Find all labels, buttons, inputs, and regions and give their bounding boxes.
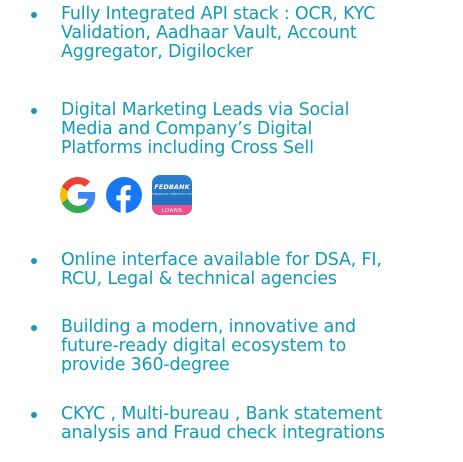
bullet-text: Building a modern, innovative and future… — [61, 317, 356, 375]
bullet-dot — [31, 12, 37, 18]
fedbank-app-icon: FEDBANK FINANCIAL SERVICES LTD LOANS — [152, 175, 192, 215]
brand-icons-row: FEDBANK FINANCIAL SERVICES LTD LOANS — [60, 175, 192, 215]
bullet-text: CKYC , Multi-bureau , Bank statement ana… — [61, 404, 385, 443]
app-icon-tag: LOANS — [161, 208, 183, 214]
bullet-text: Digital Marketing Leads via Social Media… — [61, 100, 350, 158]
bullet-text: Fully Integrated API stack : OCR, KYC Va… — [61, 4, 376, 62]
bullet-dot — [31, 412, 37, 418]
facebook-icon — [106, 177, 142, 213]
bullet-text: Online interface available for DSA, FI, … — [61, 250, 382, 289]
app-icon-name: FEDBANK — [154, 183, 190, 191]
bullet-dot — [31, 325, 37, 331]
bullet-dot — [31, 258, 37, 264]
google-icon — [60, 177, 96, 213]
bullet-dot — [31, 108, 37, 114]
app-icon-subtitle: FINANCIAL SERVICES LTD — [152, 192, 192, 196]
